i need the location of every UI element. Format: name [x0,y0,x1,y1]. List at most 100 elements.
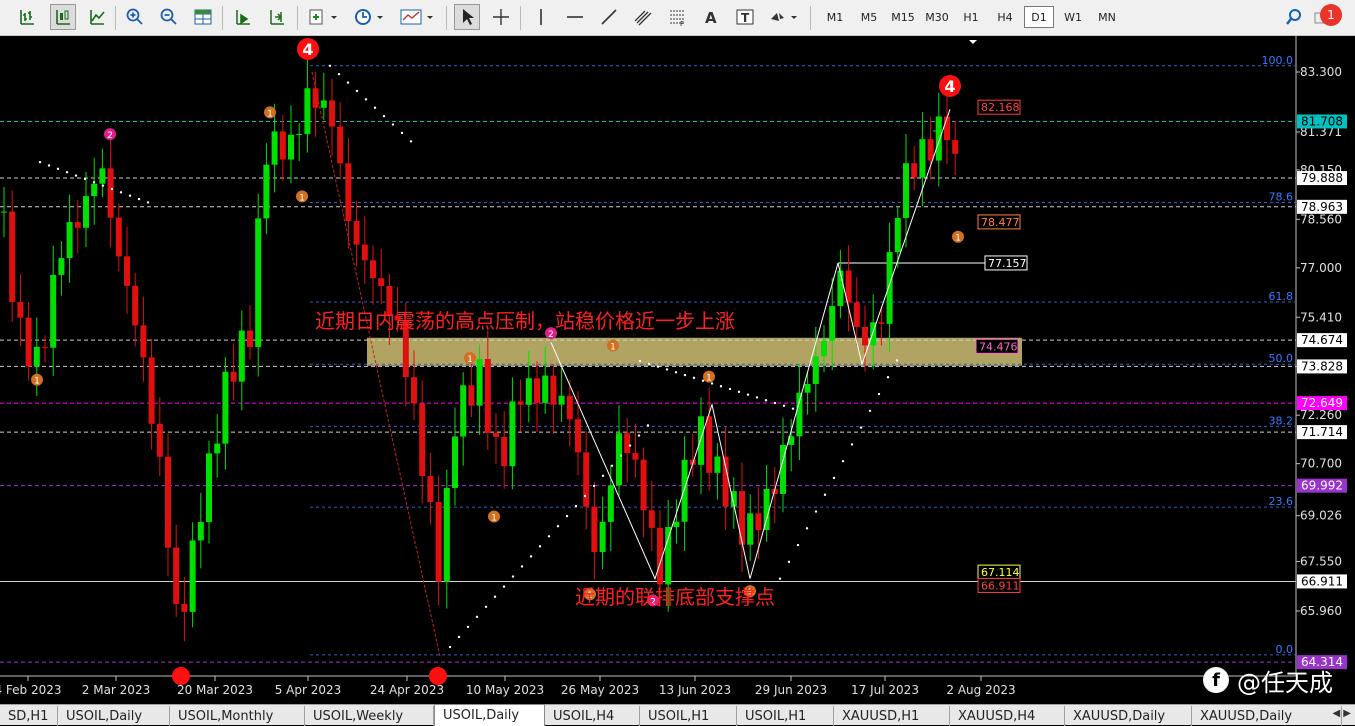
channels-icon[interactable] [630,4,656,30]
candle [337,126,344,164]
candle [542,375,549,403]
fib-level-label: 38.2 [1269,414,1294,427]
timeframe-h1[interactable]: H1 [956,6,986,28]
sar-dot [364,98,368,101]
wave-marker-label: 1 [467,355,473,365]
chart-tab[interactable]: XAUUSD,Daily [1065,706,1192,726]
candle [837,270,844,306]
line-chart-icon[interactable] [84,4,110,30]
chart-tab[interactable]: XAUUSD,H1 [834,706,950,726]
sar-dot [701,379,705,382]
templates-icon[interactable] [398,4,438,30]
zoom-in-icon[interactable] [122,4,148,30]
tile-windows-icon[interactable] [190,4,216,30]
wave-marker-bottom [429,667,447,685]
chart-shift-marker-icon[interactable] [969,40,977,44]
zoom-out-icon[interactable] [156,4,182,30]
sar-dot [665,368,669,371]
candle [632,453,639,460]
candle [919,139,926,178]
cursor-icon[interactable] [454,4,480,30]
horizontal-line-icon[interactable] [562,4,588,30]
sar-dot [787,560,791,564]
crosshair-icon[interactable] [488,4,514,30]
chart-tab[interactable]: USOIL,Weekly [305,706,434,726]
price-chart[interactable]: 100.078.661.850.038.223.60.083.30081.371… [0,36,1355,704]
sar-dot [47,164,51,167]
chart-tab[interactable]: XAUUSD,Daily [1192,706,1342,726]
candle [624,433,631,454]
timeframe-m30[interactable]: M30 [922,6,952,28]
candle [525,378,532,405]
price-box-label: 79.888 [1301,171,1343,185]
autoscroll-icon[interactable] [230,4,256,30]
candle [558,395,565,405]
sar-dot [647,362,651,366]
candle [33,346,40,367]
y-tick-label: 67.550 [1300,555,1342,569]
indicators-icon[interactable] [306,4,342,30]
timeframe-m5[interactable]: M5 [854,6,884,28]
bar-chart-icon[interactable] [14,4,40,30]
text-label-icon[interactable]: T [732,4,758,30]
candle [509,401,516,467]
candle [903,163,909,218]
level-tag-label: 67.114 [981,566,1020,579]
periods-icon[interactable] [352,4,388,30]
timeframe-h4[interactable]: H4 [990,6,1020,28]
sar-dot [101,184,105,187]
timeframe-mn[interactable]: MN [1092,6,1122,28]
trendline-icon[interactable] [596,4,622,30]
chart-tab[interactable]: SD,H1 [0,706,58,726]
x-tick-label: 20 Mar 2023 [177,683,253,697]
fibonacci-icon[interactable]: F [664,4,690,30]
candle [665,526,672,585]
wave-marker-label: 1 [34,377,40,387]
candle [25,317,32,367]
sar-dot [610,464,614,467]
chart-tab[interactable]: XAUUSD,H4 [950,706,1065,726]
candle [50,274,57,348]
fib-level-label: 0.0 [1276,643,1294,656]
search-icon[interactable] [1282,4,1306,30]
chart-tab[interactable]: USOIL,H4 [545,706,640,726]
candle [714,456,721,473]
candle [501,436,508,467]
level-tag-label: 78.477 [981,216,1020,229]
candle [681,459,688,522]
chart-tab[interactable]: USOIL,Daily [58,706,170,726]
candles-icon[interactable] [50,4,76,30]
toolbar: F A T 1 M1 M5 M15 M30 H1 H4 D1 W1 MN [0,0,1355,36]
candle [935,116,942,161]
candle [345,163,352,221]
chart-tab[interactable]: USOIL,Daily [434,704,545,726]
candle [821,340,827,357]
text-icon[interactable]: A [698,4,724,30]
candle [427,475,434,503]
level-tag-label: 66.911 [981,579,1020,592]
sar-dot [638,359,642,363]
timeframe-d1[interactable]: D1 [1024,6,1054,28]
chart-tab[interactable]: USOIL,H1 [640,706,737,726]
shift-chart-icon[interactable] [264,4,290,30]
timeframe-m15[interactable]: M15 [888,6,918,28]
sar-dot [814,510,818,513]
sar-dot [796,543,800,547]
candle [583,452,590,507]
sar-dot [146,201,150,204]
timeframe-w1[interactable]: W1 [1058,6,1088,28]
candle [804,384,811,393]
candle [812,356,819,385]
arrows-icon[interactable] [766,4,802,30]
sar-dot [674,371,678,374]
candle [140,325,147,358]
chart-tab[interactable]: USOIL,Monthly [170,706,305,726]
vertical-line-icon[interactable] [528,4,554,30]
candle [419,403,426,476]
candle [181,603,188,612]
candle [575,419,581,453]
candle [911,163,918,178]
candle [476,358,483,406]
timeframe-m1[interactable]: M1 [820,6,850,28]
chart-tab[interactable]: USOIL,H1 [737,706,834,726]
